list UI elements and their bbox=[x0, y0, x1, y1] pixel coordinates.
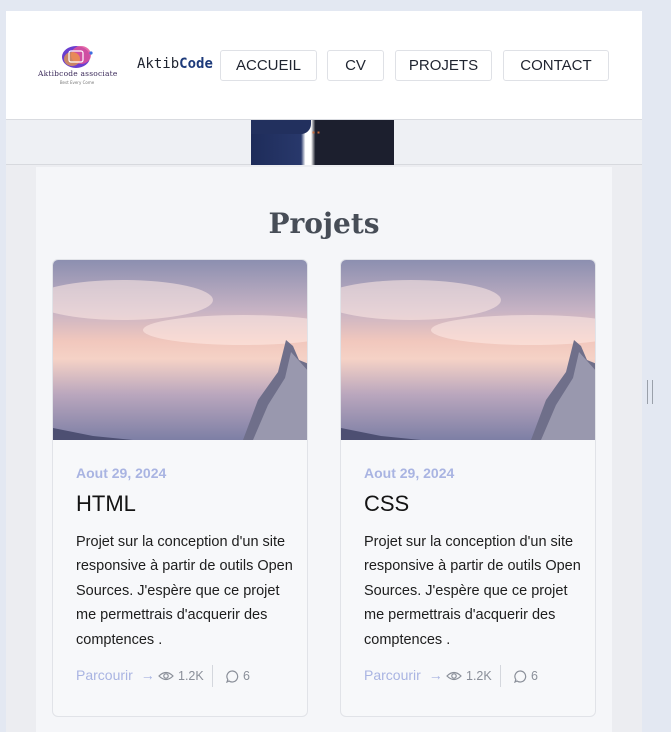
nav-projets-button[interactable]: PROJETS bbox=[395, 50, 492, 81]
views-count: 1.2K bbox=[466, 669, 492, 683]
views-stat: 1.2K bbox=[446, 669, 492, 683]
comments-stat: 6 bbox=[514, 669, 538, 683]
logo-tagline: Best Every Come bbox=[59, 80, 95, 85]
nav-cv-button[interactable]: CV bbox=[327, 50, 384, 81]
brand-name[interactable]: AktibCode bbox=[137, 56, 213, 72]
logo-icon bbox=[62, 46, 93, 68]
resize-handle[interactable] bbox=[647, 380, 653, 404]
project-date: Aout 29, 2024 bbox=[364, 465, 455, 481]
brand-prefix: Aktib bbox=[137, 56, 180, 72]
nav-contact-button[interactable]: CONTACT bbox=[503, 50, 609, 81]
project-footer: Parcourir → 1.2K 6 bbox=[76, 663, 296, 689]
project-date: Aout 29, 2024 bbox=[76, 465, 167, 481]
browse-label: Parcourir bbox=[364, 667, 421, 683]
comment-bubble-icon bbox=[226, 669, 239, 683]
eye-icon bbox=[446, 671, 462, 681]
project-card: Aout 29, 2024 CSS Projet sur la concepti… bbox=[340, 259, 596, 717]
site-logo[interactable]: Aktibcode associate Best Every Come bbox=[38, 45, 118, 87]
project-title: CSS bbox=[364, 491, 410, 516]
navbar: Aktibcode associate Best Every Come Akti… bbox=[6, 11, 642, 120]
nav-accueil-button[interactable]: ACCUEIL bbox=[220, 50, 317, 81]
views-count: 1.2K bbox=[178, 669, 204, 683]
logo-name: Aktibcode associate bbox=[38, 69, 118, 78]
brand-suffix: Code bbox=[179, 56, 213, 72]
eye-icon bbox=[158, 671, 174, 681]
browse-label: Parcourir bbox=[76, 667, 133, 683]
browse-link[interactable]: Parcourir → bbox=[364, 667, 443, 683]
hero-portrait bbox=[251, 120, 394, 165]
project-description: Projet sur la conception d'un site respo… bbox=[364, 534, 581, 648]
projects-section: Projets Aout 29, 2024 HTML Projet sur la… bbox=[36, 167, 612, 732]
stat-divider bbox=[212, 665, 213, 687]
project-image bbox=[53, 260, 307, 440]
arrow-right-icon: → bbox=[140, 667, 155, 683]
comments-stat: 6 bbox=[226, 669, 250, 683]
comment-bubble-icon bbox=[514, 669, 527, 683]
project-footer: Parcourir → 1.2K 6 bbox=[364, 663, 584, 689]
project-description: Projet sur la conception d'un site respo… bbox=[76, 534, 293, 648]
project-image bbox=[341, 260, 595, 440]
comments-count: 6 bbox=[531, 669, 538, 683]
comments-count: 6 bbox=[243, 669, 250, 683]
browse-link[interactable]: Parcourir → bbox=[76, 667, 155, 683]
views-stat: 1.2K bbox=[158, 669, 204, 683]
project-title: HTML bbox=[76, 491, 136, 516]
arrow-right-icon: → bbox=[428, 667, 443, 683]
project-card: Aout 29, 2024 HTML Projet sur la concept… bbox=[52, 259, 308, 717]
page: Aktibcode associate Best Every Come Akti… bbox=[6, 11, 642, 732]
section-title: Projets bbox=[268, 207, 380, 240]
stat-divider bbox=[500, 665, 501, 687]
